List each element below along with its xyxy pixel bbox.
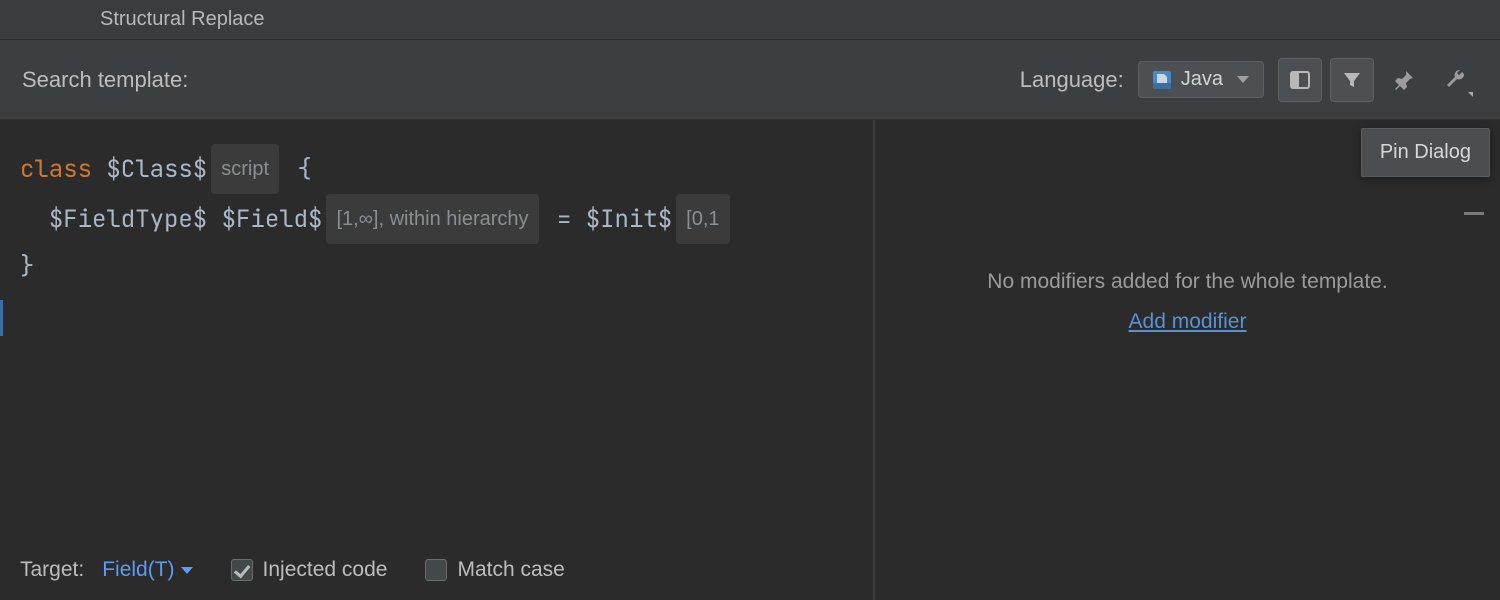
content-area: class $Class$script { $FieldType$ $Field… <box>0 120 1500 600</box>
search-template-label: Search template: <box>22 67 188 93</box>
add-modifier-link[interactable]: Add modifier <box>1129 310 1247 334</box>
language-dropdown[interactable]: Java <box>1138 61 1264 98</box>
dialog-titlebar: Structural Replace <box>0 0 1500 40</box>
settings-button[interactable] <box>1434 58 1478 102</box>
target-dropdown[interactable]: Field(T) <box>102 558 192 582</box>
wrench-icon <box>1444 68 1468 92</box>
code-variable-class: $Class$ <box>106 154 207 185</box>
language-value: Java <box>1181 68 1223 91</box>
editor-bottom-bar: Target: Field(T) Injected code Match cas… <box>0 540 873 600</box>
hint-field[interactable]: [1,∞], within hierarchy <box>326 194 538 244</box>
dropdown-indicator-icon <box>1468 92 1473 97</box>
funnel-icon <box>1341 69 1363 91</box>
java-file-icon <box>1153 71 1171 89</box>
hint-script[interactable]: script <box>211 144 279 194</box>
code-variable-fieldtype: $FieldType$ <box>49 204 207 235</box>
checkbox-box <box>231 559 253 581</box>
filter-button[interactable] <box>1330 58 1374 102</box>
match-case-checkbox[interactable]: Match case <box>425 558 564 582</box>
collapse-button[interactable] <box>1464 212 1484 215</box>
code-eq: = <box>543 204 586 235</box>
hint-init[interactable]: [0,1 <box>676 194 729 244</box>
language-label: Language: <box>1020 67 1124 93</box>
code-brace-close: } <box>20 251 34 282</box>
chevron-down-icon <box>181 567 193 574</box>
pin-dialog-tooltip: Pin Dialog <box>1361 128 1490 177</box>
layout-panel-icon <box>1289 69 1311 91</box>
injected-code-checkbox[interactable]: Injected code <box>231 558 388 582</box>
left-pane: class $Class$script { $FieldType$ $Field… <box>0 120 875 600</box>
toggle-panel-button[interactable] <box>1278 58 1322 102</box>
toolbar: Search template: Language: Java <box>0 40 1500 120</box>
injected-code-label: Injected code <box>263 558 388 582</box>
pin-icon <box>1392 68 1416 92</box>
checkbox-box <box>425 559 447 581</box>
pin-button[interactable] <box>1382 58 1426 102</box>
dialog-title: Structural Replace <box>100 8 265 31</box>
no-modifiers-text: No modifiers added for the whole templat… <box>987 270 1387 294</box>
code-variable-init: $Init$ <box>586 204 672 235</box>
match-case-label: Match case <box>457 558 564 582</box>
code-keyword: class <box>20 154 92 185</box>
search-template-editor[interactable]: class $Class$script { $FieldType$ $Field… <box>0 120 873 540</box>
chevron-down-icon <box>1237 76 1249 83</box>
code-brace-open: { <box>297 154 311 185</box>
code-indent <box>20 204 49 235</box>
target-label: Target: <box>20 558 84 582</box>
target-value-text: Field(T) <box>102 558 174 582</box>
code-variable-field: $Field$ <box>222 204 323 235</box>
modifiers-panel: No modifiers added for the whole templat… <box>875 120 1500 600</box>
